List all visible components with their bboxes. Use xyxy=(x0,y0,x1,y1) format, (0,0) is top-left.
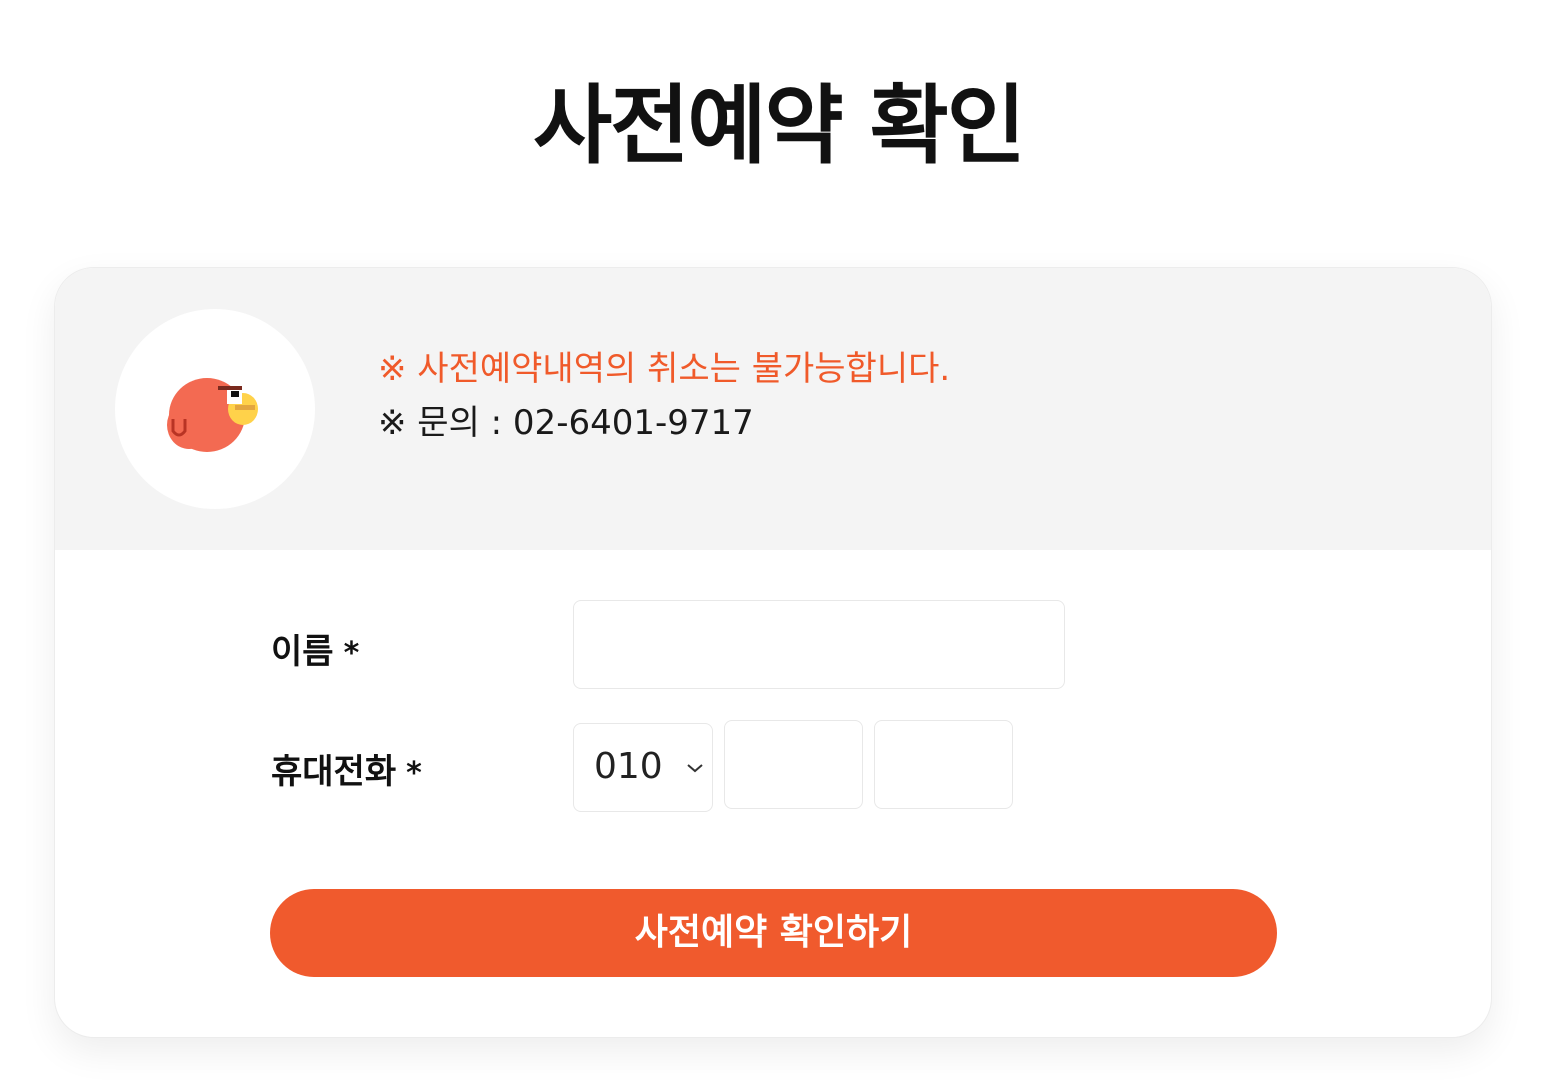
cancellation-notice: ※ 사전예약내역의 취소는 불가능합니다. xyxy=(378,349,951,389)
notice-panel: ※ 사전예약내역의 취소는 불가능합니다. ※ 문의 : 02-6401-971… xyxy=(55,268,1491,550)
phone-middle-input[interactable] xyxy=(724,720,863,809)
bird-mascot-icon xyxy=(167,378,258,452)
reservation-check-card: ※ 사전예약내역의 취소는 불가능합니다. ※ 문의 : 02-6401-971… xyxy=(54,267,1492,1038)
required-mark: * xyxy=(406,756,422,791)
required-mark: * xyxy=(343,636,360,671)
chevron-down-icon xyxy=(687,764,703,773)
phone-prefix-select[interactable]: 010 xyxy=(573,723,713,812)
phone-last-input[interactable] xyxy=(874,720,1013,809)
name-label: 이름 * xyxy=(271,632,360,672)
confirm-reservation-button[interactable]: 사전예약 확인하기 xyxy=(270,889,1277,977)
phone-prefix-value: 010 xyxy=(594,746,663,787)
phone-label: 휴대전화 * xyxy=(271,752,422,792)
mascot-avatar xyxy=(115,309,315,509)
page-title: 사전예약 확인 xyxy=(533,76,1026,176)
name-input[interactable] xyxy=(573,600,1065,689)
contact-notice: ※ 문의 : 02-6401-9717 xyxy=(378,403,754,443)
